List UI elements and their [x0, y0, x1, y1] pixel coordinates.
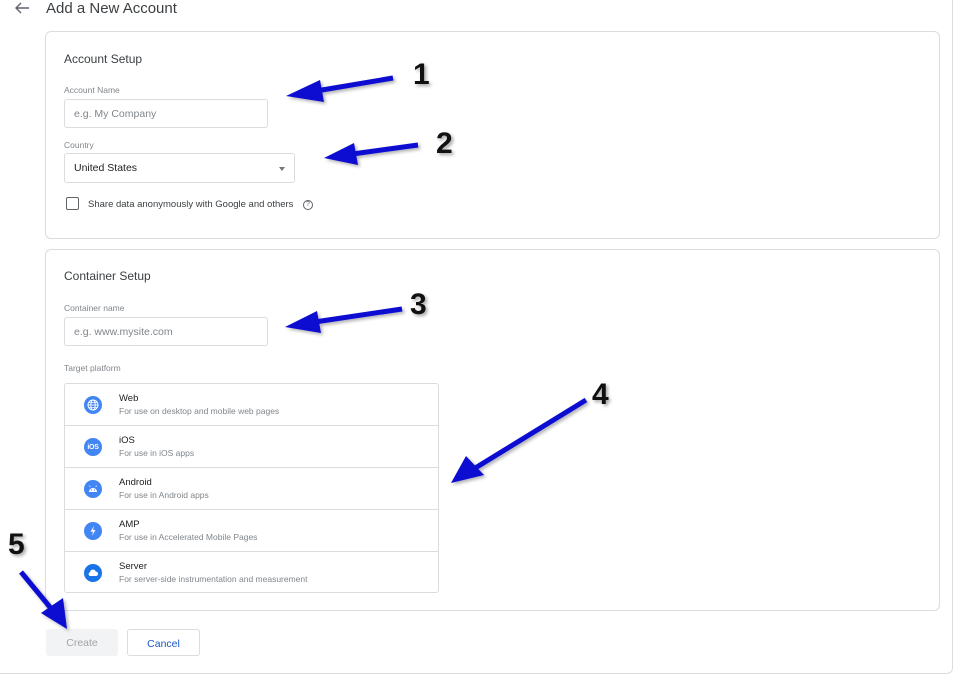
- account-name-label: Account Name: [64, 85, 120, 95]
- ios-icon: iOS: [84, 438, 102, 456]
- page-title: Add a New Account: [46, 0, 177, 17]
- annotation-label-2: 2: [436, 127, 453, 160]
- annotation-label-3: 3: [410, 288, 427, 321]
- container-setup-card: Container Setup Container name Target pl…: [45, 249, 940, 611]
- account-setup-title: Account Setup: [64, 52, 143, 66]
- container-name-input[interactable]: [64, 317, 268, 346]
- platform-option-ios[interactable]: iOS iOS For use in iOS apps: [65, 426, 438, 468]
- platform-name: AMP: [119, 519, 140, 530]
- account-setup-card: Account Setup Account Name Country Unite…: [45, 31, 940, 239]
- account-name-input[interactable]: [64, 99, 268, 128]
- globe-icon: [84, 396, 102, 414]
- share-data-label: Share data anonymously with Google and o…: [88, 199, 294, 210]
- container-name-label: Container name: [64, 303, 125, 313]
- android-icon: [84, 480, 102, 498]
- platform-name: Web: [119, 393, 139, 404]
- platform-description: For use in Accelerated Mobile Pages: [119, 532, 258, 542]
- platform-description: For use on desktop and mobile web pages: [119, 406, 280, 416]
- platform-name: iOS: [119, 435, 135, 446]
- platform-description: For server-side instrumentation and meas…: [119, 574, 308, 584]
- lightning-bolt-icon: [84, 522, 102, 540]
- container-setup-title: Container Setup: [64, 269, 151, 283]
- arrow-back-icon[interactable]: [13, 0, 31, 16]
- help-circle-icon[interactable]: ?: [303, 200, 313, 210]
- platform-option-amp[interactable]: AMP For use in Accelerated Mobile Pages: [65, 510, 438, 552]
- annotation-label-4: 4: [592, 378, 609, 411]
- platform-description: For use in iOS apps: [119, 448, 195, 458]
- country-selected-value: United States: [74, 162, 138, 174]
- platform-description: For use in Android apps: [119, 490, 209, 500]
- platform-name: Server: [119, 561, 147, 572]
- platform-option-android[interactable]: Android For use in Android apps: [65, 468, 438, 510]
- cancel-button[interactable]: Cancel: [127, 629, 200, 656]
- country-label: Country: [64, 140, 94, 150]
- ios-glyph: iOS: [87, 443, 99, 451]
- target-platform-label: Target platform: [64, 363, 121, 373]
- platform-list: Web For use on desktop and mobile web pa…: [64, 383, 439, 593]
- dropdown-caret-icon: [279, 167, 285, 171]
- platform-option-web[interactable]: Web For use on desktop and mobile web pa…: [65, 384, 438, 426]
- annotation-label-1: 1: [413, 58, 430, 91]
- create-button[interactable]: Create: [46, 629, 118, 656]
- platform-option-server[interactable]: Server For server-side instrumentation a…: [65, 552, 438, 592]
- platform-name: Android: [119, 477, 152, 488]
- share-data-checkbox[interactable]: [66, 197, 79, 210]
- cloud-icon: [84, 564, 102, 582]
- country-select[interactable]: United States: [64, 153, 295, 183]
- annotation-label-5: 5: [8, 528, 25, 561]
